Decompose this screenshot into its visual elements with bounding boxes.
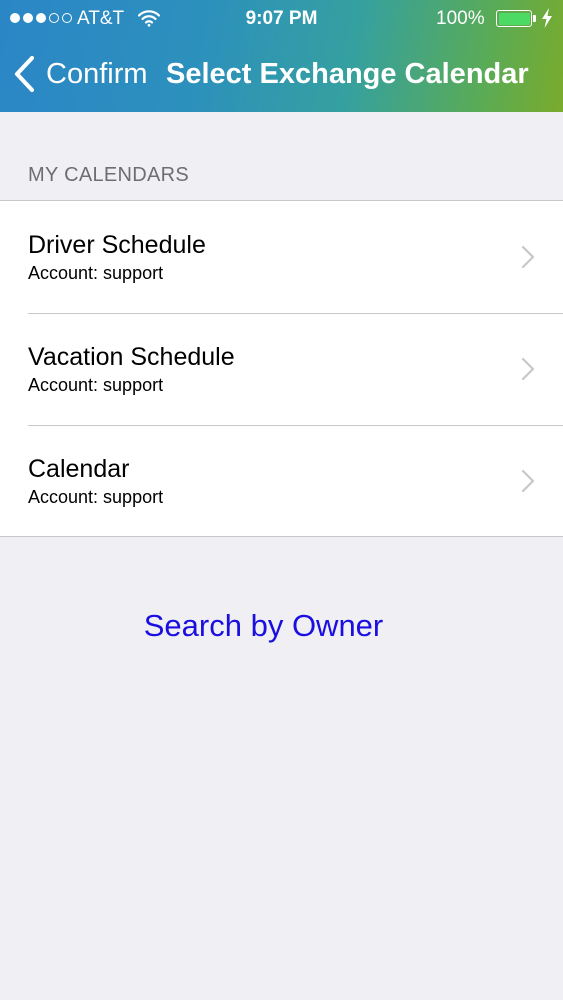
calendar-row-vacation-schedule[interactable]: Vacation Schedule Account: support <box>0 313 563 425</box>
back-button-label: Confirm <box>46 58 148 90</box>
calendar-name: Vacation Schedule <box>28 343 235 371</box>
calendar-account: Account: support <box>28 263 164 283</box>
calendar-name: Driver Schedule <box>28 231 206 259</box>
chevron-right-icon <box>521 245 535 269</box>
battery-icon <box>496 10 532 27</box>
calendar-name: Calendar <box>28 455 130 483</box>
calendar-account: Account: support <box>28 487 164 507</box>
chevron-left-icon <box>14 55 35 93</box>
navigation-bar: Confirm Select Exchange Calendar <box>0 38 563 112</box>
battery-level-fill <box>498 12 530 25</box>
calendar-account: Account: support <box>28 375 164 395</box>
section-header-my-calendars: MY CALENDARS <box>28 164 190 186</box>
battery-tip <box>533 15 536 22</box>
battery-percentage: 100% <box>436 8 485 29</box>
search-by-owner-link[interactable]: Search by Owner <box>0 606 563 646</box>
search-by-owner-label: Search by Owner <box>143 608 384 643</box>
chevron-right-icon <box>521 469 535 493</box>
back-button[interactable]: Confirm <box>12 50 148 98</box>
page-title: Select Exchange Calendar <box>166 58 529 90</box>
chevron-right-icon <box>521 357 535 381</box>
calendar-row-driver-schedule[interactable]: Driver Schedule Account: support <box>0 201 563 313</box>
lightning-bolt-icon <box>542 8 552 28</box>
app-header: AT&T 9:07 PM 100% Confirm Select Exchang… <box>0 0 563 112</box>
calendar-list: Driver Schedule Account: support Vacatio… <box>0 200 563 537</box>
calendar-row-calendar[interactable]: Calendar Account: support <box>0 425 563 537</box>
status-bar: AT&T 9:07 PM 100% <box>0 0 563 38</box>
